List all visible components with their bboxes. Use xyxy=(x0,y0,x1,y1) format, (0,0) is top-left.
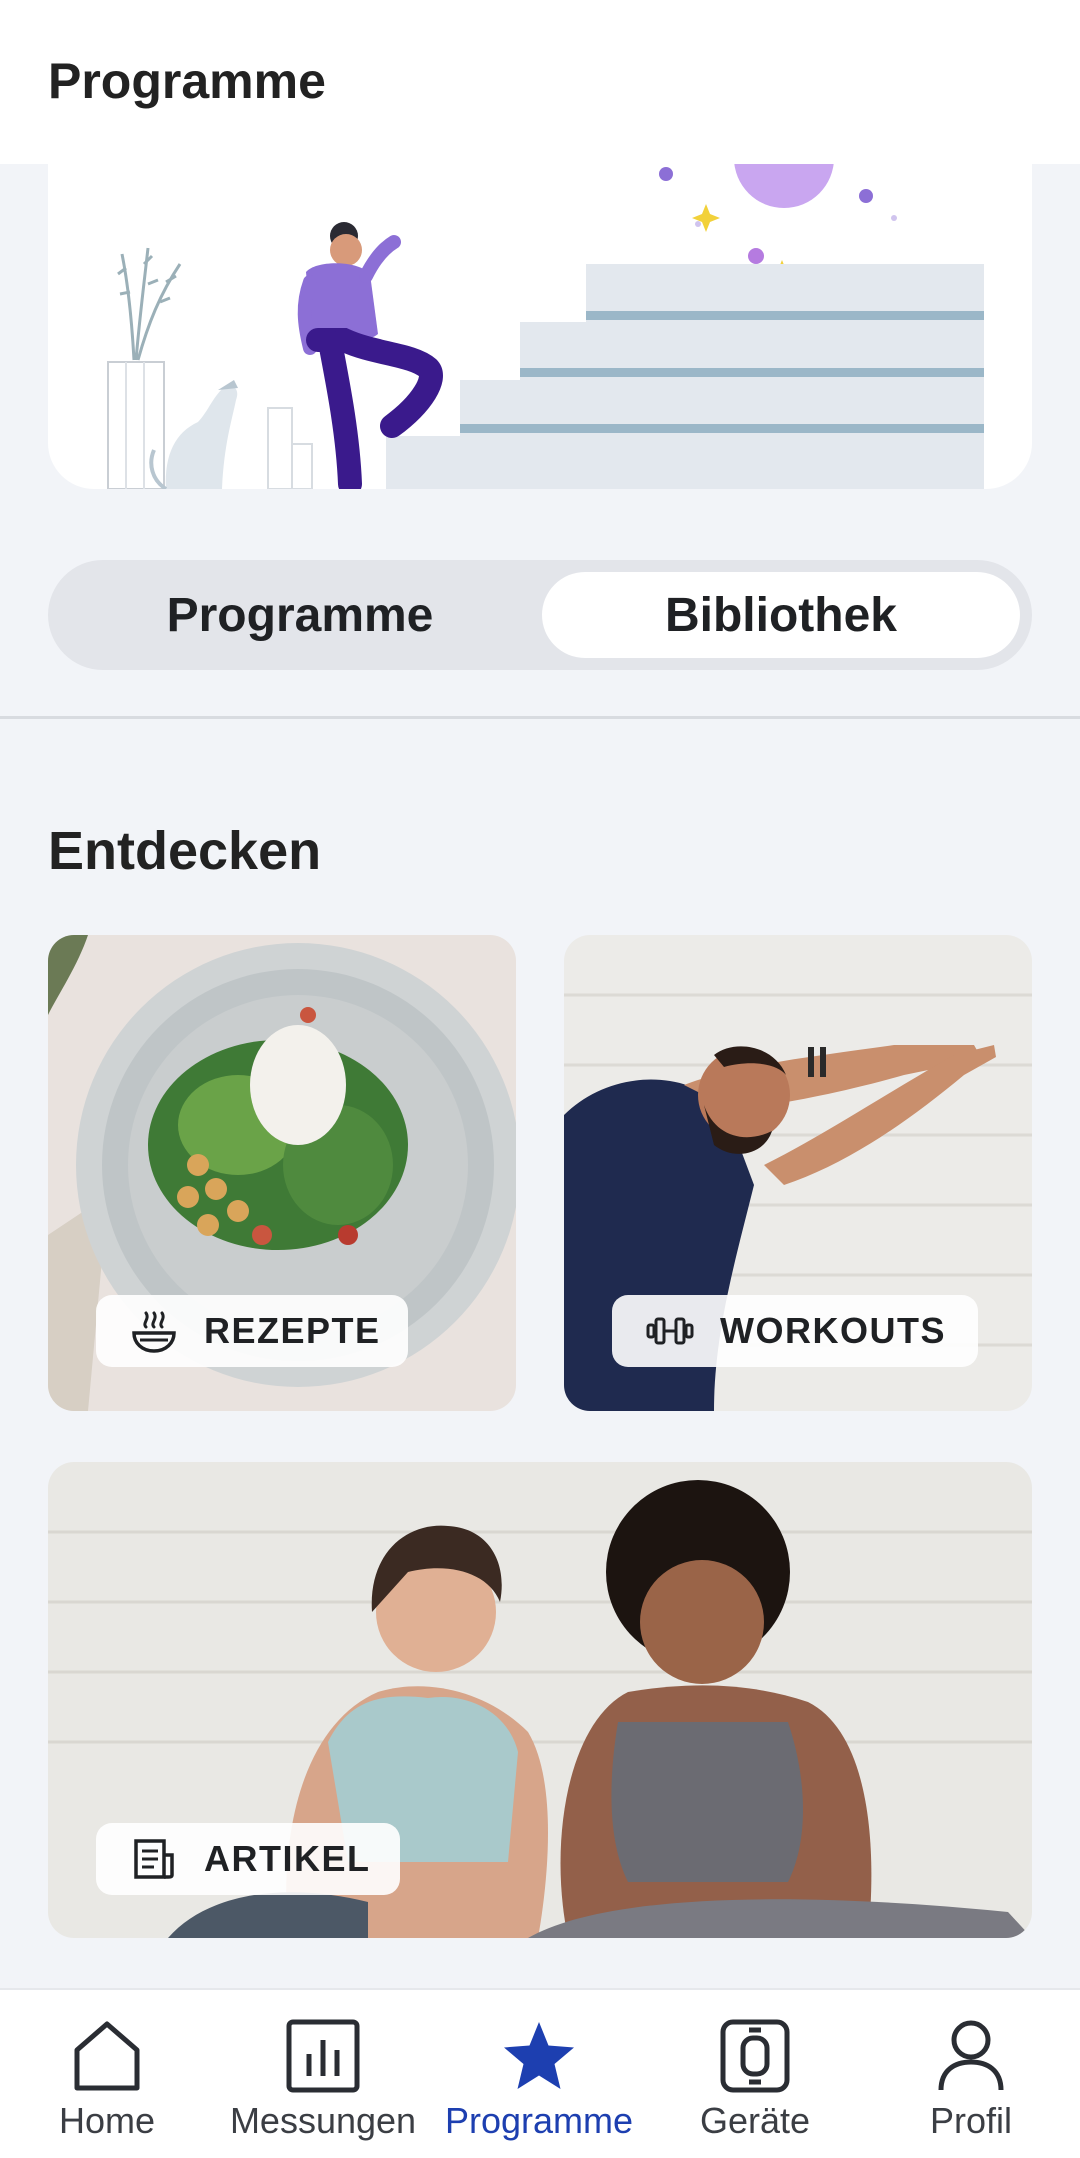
section-title-entdecken: Entdecken xyxy=(48,821,322,881)
bottom-nav: Home Messungen Programme Geräte Profil xyxy=(0,1988,1080,2158)
article-icon xyxy=(130,1835,178,1883)
bowl-steam-icon xyxy=(130,1307,178,1355)
star-icon xyxy=(499,2016,579,2096)
tab-profil[interactable]: Profil xyxy=(896,1990,1046,2158)
articles-chip: ARTIKEL xyxy=(96,1823,400,1895)
hero-illustration xyxy=(48,164,1032,489)
library-toggle: Programme Bibliothek xyxy=(48,560,1032,670)
tab-messungen[interactable]: Messungen xyxy=(218,1990,428,2158)
articles-card[interactable]: ARTIKEL xyxy=(48,1462,1032,1938)
tab-programme[interactable]: Programme xyxy=(436,1990,642,2158)
watch-icon xyxy=(715,2016,795,2096)
workouts-label: WORKOUTS xyxy=(720,1310,946,1351)
recipes-chip: REZEPTE xyxy=(96,1295,408,1367)
tab-home-label: Home xyxy=(58,2100,156,2141)
home-icon xyxy=(67,2016,147,2096)
tab-geraete-label: Geräte xyxy=(699,2100,811,2141)
person-icon xyxy=(931,2016,1011,2096)
page-title: Programme xyxy=(48,53,326,109)
toggle-programme[interactable]: Programme xyxy=(60,572,540,658)
tab-geraete[interactable]: Geräte xyxy=(680,1990,830,2158)
recipes-card[interactable]: REZEPTE xyxy=(48,935,516,1411)
stairs-illustration xyxy=(107,164,984,489)
workouts-chip: WORKOUTS xyxy=(612,1295,978,1367)
toggle-bibliothek[interactable]: Bibliothek xyxy=(542,572,1020,658)
tab-messungen-label: Messungen xyxy=(229,2100,417,2141)
bar-chart-icon xyxy=(283,2016,363,2096)
recipes-label: REZEPTE xyxy=(204,1310,381,1351)
app-header: Programme xyxy=(0,0,1080,164)
articles-label: ARTIKEL xyxy=(204,1838,371,1879)
tab-profil-label: Profil xyxy=(929,2100,1013,2141)
tab-programme-label: Programme xyxy=(444,2100,634,2141)
workouts-card[interactable]: WORKOUTS xyxy=(564,935,1032,1411)
dumbbell-icon xyxy=(646,1307,694,1355)
tab-home[interactable]: Home xyxy=(32,1990,182,2158)
divider xyxy=(0,716,1080,719)
